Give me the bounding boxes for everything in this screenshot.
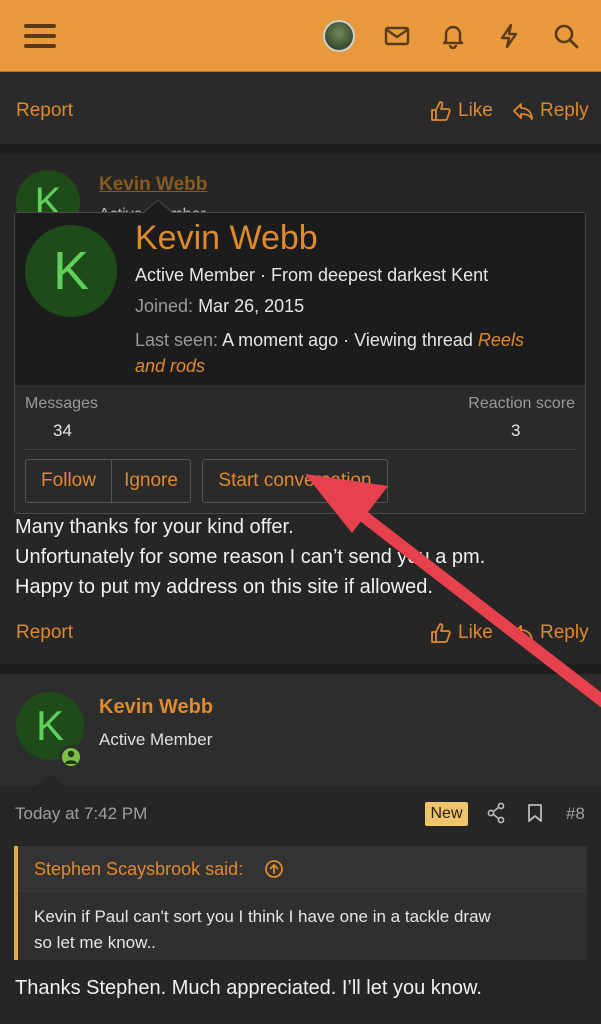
reply-icon [513, 103, 533, 120]
thumbs-up-icon [431, 101, 451, 121]
like-button[interactable]: Like [430, 100, 493, 122]
report-link[interactable]: Report [16, 100, 73, 122]
post-body: Thanks Stephen. Much appreciated. I’ll l… [15, 977, 482, 999]
thread-link-continued[interactable]: and rods [135, 356, 205, 376]
post-body: Many thanks for your kind offer. Unfortu… [15, 512, 485, 602]
search-icon[interactable] [552, 22, 580, 50]
post-body-line: Happy to put my address on this site if … [15, 576, 433, 598]
thread-link[interactable]: Reels [478, 330, 524, 350]
like-label: Like [458, 100, 493, 121]
tooltip-pointer [143, 200, 173, 214]
top-navigation-bar [0, 0, 601, 72]
messages-label: Messages [25, 395, 98, 412]
joined-label: Joined: [135, 296, 194, 316]
lightning-icon[interactable] [495, 22, 523, 50]
quote-text: Kevin if Paul can't sort you I think I h… [34, 904, 491, 956]
hamburger-icon[interactable] [24, 22, 56, 50]
messages-value: 34 [53, 421, 72, 440]
post-body-line: Unfortunately for some reason I can’t se… [15, 546, 486, 568]
quote-jump-icon[interactable] [264, 859, 284, 879]
reply-label: Reply [540, 100, 589, 121]
stats-divider [25, 449, 575, 450]
online-status-icon [59, 745, 83, 769]
last-seen-value: A moment ago · Viewing thread [222, 330, 473, 350]
member-subtitle: Active Member · From deepest darkest Ken… [135, 265, 489, 285]
quote-text-line: Kevin if Paul can't sort you I think I h… [34, 907, 491, 926]
author-name-link[interactable]: Kevin Webb [99, 696, 213, 719]
previous-post-footer: Report Like Reply [0, 72, 601, 144]
post-header [0, 674, 601, 786]
post-header-pointer [36, 774, 64, 786]
like-button[interactable]: Like [430, 622, 493, 644]
user-avatar[interactable] [323, 20, 355, 52]
reaction-score-value: 3 [511, 421, 521, 440]
post-divider [0, 664, 601, 674]
member-name[interactable]: Kevin Webb [135, 219, 318, 258]
reply-button[interactable]: Reply [512, 100, 589, 122]
share-icon[interactable] [486, 802, 506, 829]
envelope-icon[interactable] [383, 22, 411, 50]
bookmark-icon[interactable] [527, 803, 543, 828]
report-link[interactable]: Report [16, 622, 73, 644]
reaction-score-label: Reaction score [468, 395, 575, 412]
post-divider [0, 144, 601, 154]
thumbs-up-icon [431, 623, 451, 643]
member-card-header: K Kevin Webb Active Member · From deepes… [15, 213, 585, 385]
new-badge: New [425, 802, 468, 826]
member-avatar[interactable]: K [25, 225, 117, 317]
quote-text-line: so let me know.. [34, 933, 156, 952]
author-name-link[interactable]: Kevin Webb [99, 174, 207, 196]
last-seen-label: Last seen: [135, 330, 219, 350]
member-card-stats: Messages 34 Reaction score 3 Follow Igno… [15, 385, 585, 513]
post-body-line: Many thanks for your kind offer. [15, 516, 294, 538]
reply-label: Reply [540, 622, 589, 643]
joined-value: Mar 26, 2015 [198, 296, 305, 316]
post-number-link[interactable]: #8 [566, 804, 585, 824]
reply-button[interactable]: Reply [512, 622, 589, 644]
member-last-seen: Last seen: A moment ago · Viewing thread… [135, 327, 575, 379]
reply-icon [513, 625, 533, 642]
bell-icon[interactable] [439, 22, 467, 50]
quote-block: Stephen Scaysbrook said: Kevin if Paul c… [14, 846, 587, 960]
author-role: Active Member [99, 730, 213, 749]
ignore-button[interactable]: Ignore [111, 459, 191, 503]
follow-button[interactable]: Follow [25, 459, 112, 503]
start-conversation-button[interactable]: Start conversation [202, 459, 388, 503]
quote-author-link[interactable]: Stephen Scaysbrook said: [34, 859, 243, 880]
post-timestamp[interactable]: Today at 7:42 PM [15, 804, 147, 824]
like-label: Like [458, 622, 493, 643]
member-tooltip-card: K Kevin Webb Active Member · From deepes… [14, 212, 586, 514]
member-joined: Joined: Mar 26, 2015 [135, 296, 304, 317]
quote-header: Stephen Scaysbrook said: [18, 846, 587, 892]
